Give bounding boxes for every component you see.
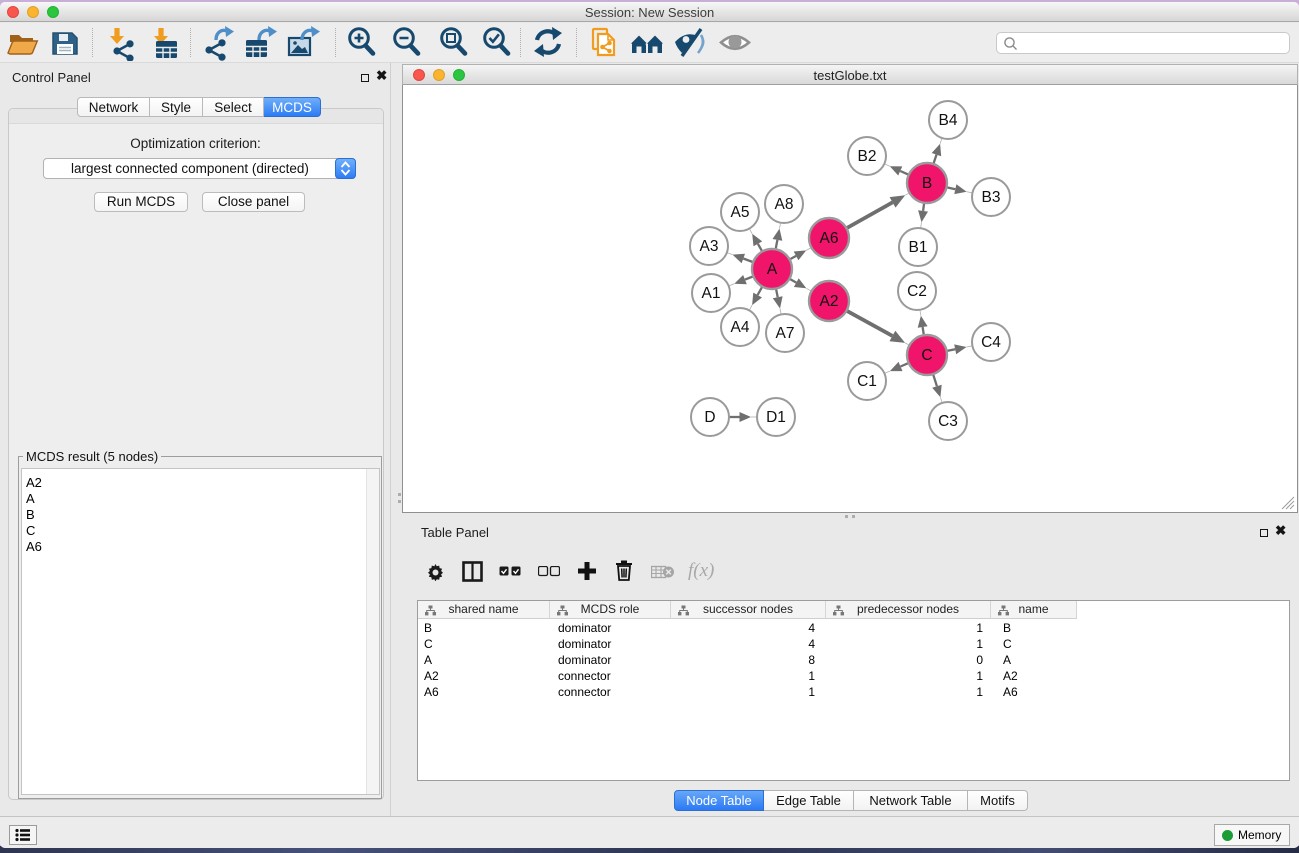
svg-text:B1: B1 (909, 239, 928, 256)
svg-text:A8: A8 (775, 196, 794, 213)
svg-text:C: C (921, 347, 932, 364)
svg-text:C4: C4 (981, 334, 1001, 351)
svg-text:B3: B3 (982, 189, 1001, 206)
svg-text:D1: D1 (766, 409, 786, 426)
svg-text:A3: A3 (700, 238, 719, 255)
svg-text:A1: A1 (702, 285, 721, 302)
svg-text:A4: A4 (731, 319, 750, 336)
svg-text:C1: C1 (857, 373, 877, 390)
svg-text:A5: A5 (731, 204, 750, 221)
svg-text:B2: B2 (858, 148, 877, 165)
svg-text:B4: B4 (939, 112, 958, 129)
svg-text:A6: A6 (820, 230, 839, 247)
svg-text:A: A (767, 261, 778, 278)
svg-text:C2: C2 (907, 283, 927, 300)
svg-text:C3: C3 (938, 413, 958, 430)
svg-text:A2: A2 (820, 293, 839, 310)
svg-text:A7: A7 (776, 325, 795, 342)
svg-text:D: D (704, 409, 715, 426)
svg-text:B: B (922, 175, 932, 192)
